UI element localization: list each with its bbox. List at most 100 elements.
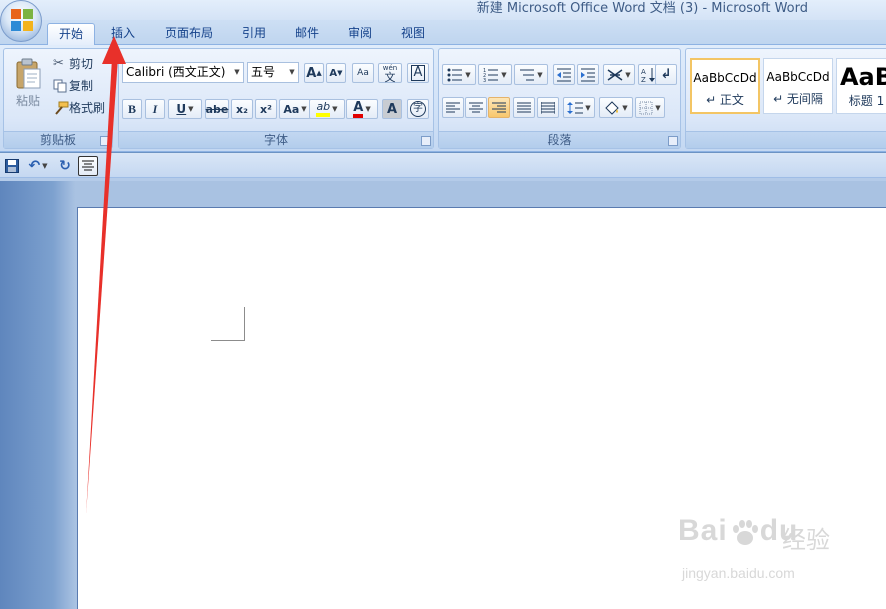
tab-review[interactable]: 审阅	[338, 23, 382, 45]
paragraph-group-label: 段落	[439, 131, 680, 148]
numbering-button[interactable]: 1 2 3 ▼	[478, 64, 512, 85]
bold-button[interactable]: B	[122, 99, 142, 119]
justify-button[interactable]	[513, 97, 535, 118]
qat-align-button[interactable]	[78, 156, 98, 176]
borders-button[interactable]: ▼	[635, 97, 665, 118]
tab-page-layout[interactable]: 页面布局	[157, 23, 221, 45]
highlight-icon: ab	[316, 101, 331, 117]
tab-insert[interactable]: 插入	[100, 23, 146, 45]
align-right-button[interactable]	[488, 97, 510, 118]
bullets-button[interactable]: ▼	[442, 64, 476, 85]
styles-group: AaBbCcDd ↵ 正文 AaBbCcDd ↵ 无间隔 AaB 标题 1	[685, 48, 886, 149]
change-case-button[interactable]: Aa ▼	[279, 99, 311, 119]
paste-button[interactable]: 粘贴	[8, 52, 48, 114]
font-color-button[interactable]: A ▼	[346, 99, 378, 119]
format-painter-label: 格式刷	[69, 101, 106, 115]
borders-icon	[639, 101, 653, 114]
increase-indent-button[interactable]	[577, 64, 599, 85]
bullets-icon	[447, 68, 463, 81]
style-normal[interactable]: AaBbCcDd ↵ 正文	[690, 58, 760, 114]
character-shading-button[interactable]: A	[382, 99, 402, 119]
style-heading-1[interactable]: AaB 标题 1	[836, 58, 886, 114]
line-spacing-dropdown-icon: ▼	[585, 103, 591, 112]
ribbon-tab-row: 开始 插入 页面布局 引用 邮件 审阅 视图	[0, 20, 886, 46]
font-name-combo[interactable]: Calibri (西文正文) ▼	[122, 62, 244, 83]
watermark-chinese: 经验	[782, 526, 830, 554]
align-left-button[interactable]	[442, 97, 464, 118]
superscript-button[interactable]: x²	[255, 99, 277, 119]
justify-icon	[517, 102, 531, 112]
subscript-button[interactable]: x₂	[231, 99, 253, 119]
decrease-indent-button[interactable]	[553, 64, 575, 85]
undo-button[interactable]: ↶ ▼	[24, 157, 52, 175]
chinese-layout-button[interactable]: ▼	[603, 64, 635, 85]
styles-group-label	[686, 131, 886, 148]
strikethrough-icon: abe	[205, 102, 229, 116]
paragraph-dialog-launcher[interactable]	[668, 136, 678, 146]
save-button[interactable]	[3, 157, 21, 175]
copy-icon	[53, 79, 67, 92]
clipboard-group: 粘贴 ✂ 剪切 复制 格式刷 剪贴板	[3, 48, 113, 149]
enclose-characters-icon: 字	[410, 101, 426, 117]
tab-home[interactable]: 开始	[47, 23, 95, 46]
office-button[interactable]	[0, 0, 42, 42]
font-dialog-launcher[interactable]	[421, 136, 431, 146]
font-size-combo[interactable]: 五号 ▼	[247, 62, 299, 83]
shading-dropdown-icon: ▼	[622, 103, 628, 112]
line-spacing-button[interactable]: ▼	[563, 97, 595, 118]
italic-icon: I	[152, 101, 158, 116]
distributed-button[interactable]	[537, 97, 559, 118]
undo-icon: ↶	[28, 158, 41, 174]
shading-button[interactable]: ▼	[599, 97, 633, 118]
bullets-dropdown-icon: ▼	[465, 70, 471, 79]
bold-icon: B	[127, 101, 136, 116]
style-no-spacing[interactable]: AaBbCcDd ↵ 无间隔	[763, 58, 833, 114]
font-name-dropdown-icon[interactable]: ▼	[231, 63, 243, 82]
paragraph-mark-icon: ↲	[660, 67, 672, 82]
clear-format-icon: Aa	[357, 68, 369, 78]
clipboard-dialog-launcher[interactable]	[100, 136, 110, 146]
line-spacing-icon	[567, 101, 584, 114]
strikethrough-button[interactable]: abe	[205, 99, 229, 119]
phonetic-guide-icon: 文	[384, 71, 396, 84]
align-center-button[interactable]	[465, 97, 487, 118]
phonetic-guide-button[interactable]: wén 文	[378, 63, 402, 83]
distributed-icon	[541, 101, 555, 114]
font-group-label: 字体	[119, 131, 433, 148]
copy-button[interactable]: 复制	[52, 76, 110, 95]
clipboard-group-label: 剪贴板	[4, 131, 112, 148]
baidu-jingyan-watermark: Bai du 经验 jingyan.baidu.com	[678, 514, 858, 594]
subscript-icon: x₂	[236, 102, 248, 116]
watermark-url: jingyan.baidu.com	[682, 565, 795, 581]
font-color-dropdown-icon: ▼	[365, 105, 371, 113]
style-heading-1-name: 标题 1	[848, 94, 885, 108]
increase-indent-icon	[581, 68, 595, 81]
underline-button[interactable]: U ▼	[168, 99, 202, 119]
clear-format-button[interactable]: Aa	[352, 63, 374, 83]
cut-button[interactable]: ✂ 剪切	[52, 54, 110, 73]
borders-dropdown-icon: ▼	[655, 103, 661, 112]
title-bar: 新建 Microsoft Office Word 文档 (3) - Micros…	[0, 0, 886, 20]
numbering-dropdown-icon: ▼	[501, 70, 507, 79]
paragraph-group: ▼ 1 2 3 ▼ ▼ ▼ A Z ↲ ▼ ▼ ▼ 段落	[438, 48, 681, 149]
font-group: Calibri (西文正文) ▼ 五号 ▼ A ▲ A ▼ Aa wén 文 A B…	[118, 48, 434, 149]
highlight-button[interactable]: ab ▼	[309, 99, 345, 119]
grow-font-button[interactable]: A ▲	[304, 63, 324, 83]
page-margin-corner-mark	[211, 307, 245, 341]
character-border-button[interactable]: A	[407, 63, 429, 83]
multilevel-list-button[interactable]: ▼	[514, 64, 548, 85]
tab-view[interactable]: 视图	[391, 23, 435, 45]
enclose-characters-button[interactable]: 字	[407, 99, 429, 119]
italic-button[interactable]: I	[145, 99, 165, 119]
format-painter-button[interactable]: 格式刷	[52, 98, 110, 117]
grow-font-icon: A	[306, 65, 317, 81]
font-size-dropdown-icon[interactable]: ▼	[286, 63, 298, 82]
shrink-font-button[interactable]: A ▼	[326, 63, 346, 83]
repeat-button[interactable]: ↻	[56, 157, 74, 175]
tab-mailings[interactable]: 邮件	[285, 23, 329, 45]
paint-bucket-icon	[605, 100, 620, 115]
svg-text:Z: Z	[641, 76, 646, 83]
underline-dropdown-icon: ▼	[188, 105, 194, 113]
tab-references[interactable]: 引用	[232, 23, 276, 45]
show-hide-marks-button[interactable]: ↲	[655, 64, 677, 85]
